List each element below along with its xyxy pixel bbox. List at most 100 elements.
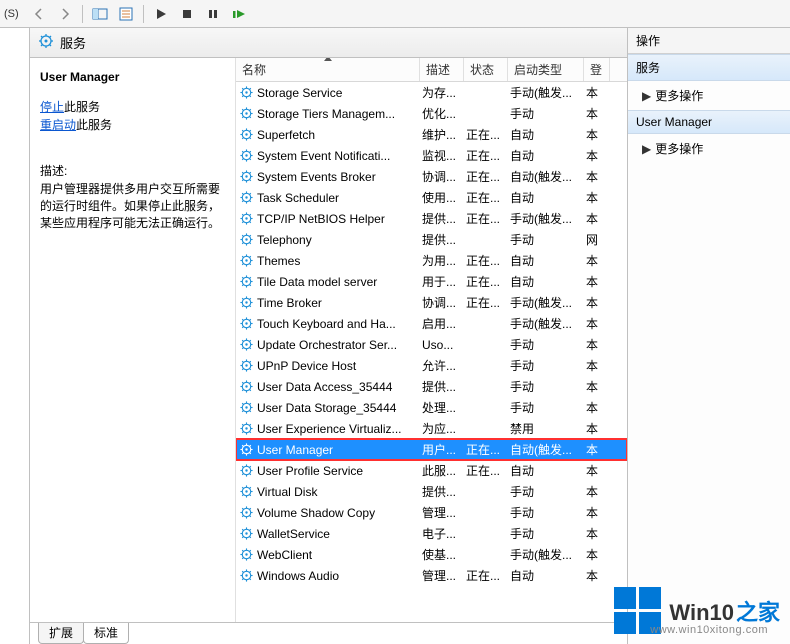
back-button[interactable] xyxy=(27,3,51,25)
service-row[interactable]: System Event Notificati...监视...正在...自动本 xyxy=(236,145,627,166)
service-desc: 提供... xyxy=(420,378,464,395)
properties-button[interactable] xyxy=(114,3,138,25)
service-row[interactable]: WebClient使基...手动(触发...本 xyxy=(236,544,627,565)
service-startup: 手动 xyxy=(508,357,584,374)
gear-icon xyxy=(238,505,254,521)
service-desc: Uso... xyxy=(420,338,464,352)
service-row[interactable]: Superfetch维护...正在...自动本 xyxy=(236,124,627,145)
service-row[interactable]: Storage Service为存...手动(触发...本 xyxy=(236,82,627,103)
service-desc: 允许... xyxy=(420,357,464,374)
service-row[interactable]: User Data Access_35444提供...手动本 xyxy=(236,376,627,397)
actions-more-services[interactable]: ▶ 更多操作 xyxy=(628,81,790,110)
gear-icon xyxy=(238,148,254,164)
service-startup: 自动 xyxy=(508,189,584,206)
service-name: Touch Keyboard and Ha... xyxy=(257,317,396,331)
services-inner: User Manager 停止此服务 重启动此服务 描述: 用户管理器提供多用户… xyxy=(30,58,627,623)
sort-asc-icon xyxy=(324,58,332,61)
service-row[interactable]: TCP/IP NetBIOS Helper提供...正在...手动(触发...本 xyxy=(236,208,627,229)
service-row[interactable]: Tile Data model server用于...正在...自动本 xyxy=(236,271,627,292)
service-startup: 自动 xyxy=(508,273,584,290)
gear-icon xyxy=(238,568,254,584)
gear-icon xyxy=(238,106,254,122)
service-desc: 启用... xyxy=(420,315,464,332)
service-row[interactable]: Telephony提供...手动网 xyxy=(236,229,627,250)
service-row[interactable]: System Events Broker协调...正在...自动(触发...本 xyxy=(236,166,627,187)
service-logon: 本 xyxy=(584,336,610,353)
service-name: System Events Broker xyxy=(257,170,376,184)
service-row[interactable]: Update Orchestrator Ser...Uso...手动本 xyxy=(236,334,627,355)
gear-icon xyxy=(238,232,254,248)
service-logon: 本 xyxy=(584,525,610,542)
col-status[interactable]: 状态 xyxy=(464,58,508,81)
service-startup: 自动 xyxy=(508,252,584,269)
service-row[interactable]: Storage Tiers Managem...优化...手动本 xyxy=(236,103,627,124)
stop-service-button[interactable] xyxy=(175,3,199,25)
chevron-right-icon: ▶ xyxy=(642,89,651,103)
service-row[interactable]: Virtual Disk提供...手动本 xyxy=(236,481,627,502)
show-hide-button[interactable] xyxy=(88,3,112,25)
col-name[interactable]: 名称 xyxy=(236,58,420,81)
actions-more-services-text: 更多操作 xyxy=(655,89,703,103)
pause-service-button[interactable] xyxy=(201,3,225,25)
service-row[interactable]: Volume Shadow Copy管理...手动本 xyxy=(236,502,627,523)
service-desc: 协调... xyxy=(420,168,464,185)
col-startup[interactable]: 启动类型 xyxy=(508,58,584,81)
service-logon: 本 xyxy=(584,273,610,290)
list-body[interactable]: Storage Service为存...手动(触发...本Storage Tie… xyxy=(236,82,627,622)
stop-link[interactable]: 停止 xyxy=(40,100,64,114)
gear-icon xyxy=(238,547,254,563)
service-name: Storage Tiers Managem... xyxy=(257,107,395,121)
tab-extended[interactable]: 扩展 xyxy=(38,623,84,644)
forward-button[interactable] xyxy=(53,3,77,25)
service-status: 正在... xyxy=(464,210,508,227)
service-row[interactable]: Themes为用...正在...自动本 xyxy=(236,250,627,271)
service-row[interactable]: Time Broker协调...正在...手动(触发...本 xyxy=(236,292,627,313)
service-name: Time Broker xyxy=(257,296,322,310)
service-desc: 处理... xyxy=(420,399,464,416)
watermark-logo: Win10 之家 www.win10xitong.com xyxy=(614,587,780,634)
service-row[interactable]: Windows Audio管理...正在...自动本 xyxy=(236,565,627,586)
gear-icon xyxy=(238,211,254,227)
service-row[interactable]: User Profile Service此服...正在...自动本 xyxy=(236,460,627,481)
service-status: 正在... xyxy=(464,147,508,164)
service-name: Virtual Disk xyxy=(257,485,317,499)
restart-service-button[interactable] xyxy=(227,3,251,25)
service-row[interactable]: UPnP Device Host允许...手动本 xyxy=(236,355,627,376)
stop-suffix: 此服务 xyxy=(64,100,100,114)
service-desc: 用户... xyxy=(420,441,464,458)
service-row[interactable]: User Experience Virtualiz...为应...禁用本 xyxy=(236,418,627,439)
gear-icon xyxy=(238,463,254,479)
service-desc: 为应... xyxy=(420,420,464,437)
chevron-right-icon: ▶ xyxy=(642,142,651,156)
service-logon: 本 xyxy=(584,126,610,143)
service-row[interactable]: Touch Keyboard and Ha...启用...手动(触发...本 xyxy=(236,313,627,334)
service-desc: 用于... xyxy=(420,273,464,290)
start-service-button[interactable] xyxy=(149,3,173,25)
actions-body: 服务 ▶更多操作 User Manager ▶更多操作 xyxy=(628,54,790,163)
tab-standard[interactable]: 标准 xyxy=(83,623,129,644)
service-name: Windows Audio xyxy=(257,569,339,583)
gear-icon xyxy=(238,169,254,185)
service-row[interactable]: User Data Storage_35444处理...手动本 xyxy=(236,397,627,418)
service-logon: 本 xyxy=(584,252,610,269)
service-name: Volume Shadow Copy xyxy=(257,506,375,520)
service-status: 正在... xyxy=(464,252,508,269)
service-desc: 提供... xyxy=(420,231,464,248)
service-name: WebClient xyxy=(257,548,312,562)
actions-more-selected[interactable]: ▶更多操作 xyxy=(628,134,790,163)
restart-suffix: 此服务 xyxy=(76,118,112,132)
middle-panel: 服务 User Manager 停止此服务 重启动此服务 描述: 用户管理器提供… xyxy=(30,28,628,644)
service-name: TCP/IP NetBIOS Helper xyxy=(257,212,385,226)
service-row[interactable]: WalletService电子...手动本 xyxy=(236,523,627,544)
service-desc: 维护... xyxy=(420,126,464,143)
col-name-text: 名称 xyxy=(242,61,266,78)
service-name: User Manager xyxy=(257,443,333,457)
service-row[interactable]: Task Scheduler使用...正在...自动本 xyxy=(236,187,627,208)
col-logon[interactable]: 登 xyxy=(584,58,610,81)
service-row[interactable]: User Manager用户...正在...自动(触发...本 xyxy=(236,439,627,460)
service-startup: 自动(触发... xyxy=(508,168,584,185)
gear-icon xyxy=(238,85,254,101)
service-startup: 自动 xyxy=(508,462,584,479)
col-desc[interactable]: 描述 xyxy=(420,58,464,81)
restart-link[interactable]: 重启动 xyxy=(40,118,76,132)
